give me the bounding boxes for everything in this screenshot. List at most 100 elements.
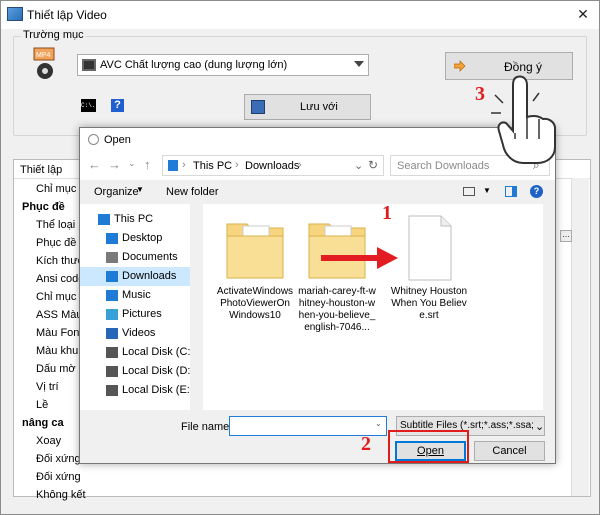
nav-item-label: Local Disk (D:) (122, 365, 195, 377)
nav-item[interactable]: Music (80, 286, 190, 305)
nav-item[interactable]: Downloads (80, 267, 190, 286)
dialog-title-bar: Open (80, 128, 555, 152)
music-icon (106, 290, 118, 301)
profile-value: AVC Chất lượng cao (dung lượng lớn) (100, 59, 288, 71)
file-item[interactable]: ActivateWindows PhotoViewerOn Windows10 (215, 214, 295, 322)
cmd-icon[interactable]: C:\. (81, 99, 96, 112)
ok-label: Đồng ý (504, 60, 543, 74)
path-downloads[interactable]: Downloads (245, 160, 299, 172)
preview-pane-icon[interactable] (505, 186, 517, 197)
settings-row[interactable]: Vị trí (36, 378, 59, 396)
nav-item-label: Videos (122, 327, 156, 339)
open-dialog: Open ← → ⌄ ↑ › This PC › Downloads › ⌄ ↻… (79, 127, 556, 464)
pc-icon (168, 160, 178, 171)
nav-item-label: This PC (114, 213, 154, 225)
dialog-icon (88, 134, 99, 145)
step-3-label: 3 (475, 83, 485, 105)
file-name: Whitney Houston When You Believe.srt (390, 286, 468, 321)
settings-row[interactable]: Lề (36, 396, 48, 414)
group-label: Trường mục (21, 29, 86, 41)
search-input[interactable]: Search Downloads (397, 160, 489, 172)
nav-item-label: Local Disk (E:) (122, 384, 194, 396)
nav-scrollbar[interactable] (190, 204, 202, 410)
downloads-icon (106, 271, 118, 282)
refresh-icon[interactable]: ↻ (368, 158, 378, 172)
file-name: ActivateWindows PhotoViewerOn Windows10 (216, 286, 294, 321)
file-item[interactable]: mariah-carey-ft-whitney-houston-when-you… (297, 214, 377, 334)
svg-text:MP4: MP4 (36, 52, 51, 59)
settings-row[interactable]: nâng ca (22, 414, 64, 432)
ellipsis-button[interactable]: … (560, 230, 572, 242)
history-chevron-icon[interactable]: ⌄ (128, 158, 136, 169)
nav-item[interactable]: Local Disk (E:) (80, 381, 194, 400)
settings-row[interactable]: Phục đề t (36, 234, 82, 252)
file-name: mariah-carey-ft-whitney-houston-when-you… (298, 286, 376, 333)
settings-row[interactable]: Thể loại (36, 216, 75, 234)
bottom-bar: File name: ⌄ Subtitle Files (*.srt;*.ass… (80, 410, 555, 463)
nav-pane: This PC Desktop Documents Downloads Music Pic… (80, 204, 202, 410)
nav-item[interactable]: This PC (80, 210, 190, 229)
close-button[interactable]: ✕ (573, 5, 593, 23)
window-title: Thiết lập Video (27, 8, 107, 22)
step-1-label: 1 (382, 202, 392, 224)
nav-item[interactable]: Videos (80, 324, 190, 343)
settings-row[interactable]: Đối xứng (36, 450, 81, 468)
save-as-label: Lưu với (300, 101, 338, 113)
help-circle-icon[interactable]: ? (530, 185, 543, 198)
settings-row[interactable]: Phục đề (22, 198, 65, 216)
new-folder-button[interactable]: New folder (166, 186, 219, 198)
documents-icon (106, 252, 118, 263)
forward-arrow-icon[interactable]: → (108, 157, 121, 172)
nav-item[interactable]: Pictures (80, 305, 190, 324)
address-bar[interactable]: › This PC › Downloads › ⌄ ↻ (162, 155, 384, 176)
nav-item-label: Downloads (122, 270, 177, 282)
toolbar: Organize ▼ New folder ▼ ? (80, 180, 555, 204)
arrow-right-icon (453, 60, 466, 72)
filename-label: File name: (181, 421, 233, 433)
scrollbar[interactable] (571, 178, 589, 496)
nav-item-label: Local Disk (C:) (122, 346, 195, 358)
desktop-icon (106, 233, 118, 244)
drive-d-icon (106, 366, 118, 377)
file-item[interactable]: Whitney Houston When You Believe.srt (389, 214, 469, 322)
help-icon[interactable]: ? (111, 99, 124, 112)
settings-row[interactable]: Xoay (36, 432, 61, 450)
view-icon[interactable] (463, 187, 475, 196)
back-arrow-icon[interactable]: ← (88, 157, 101, 172)
save-as-button[interactable]: Lưu với (244, 94, 371, 120)
nav-bar: ← → ⌄ ↑ › This PC › Downloads › ⌄ ↻ Sear… (80, 152, 555, 180)
settings-header: Thiết lập (20, 164, 63, 176)
profile-select[interactable]: AVC Chất lượng cao (dung lượng lớn) (77, 54, 369, 76)
organize-chevron-icon[interactable]: ▼ (136, 185, 144, 194)
settings-row[interactable]: Màu khun (36, 342, 84, 360)
files-scrollbar[interactable] (543, 204, 555, 410)
path-sep-1: › (182, 159, 186, 171)
dialog-title: Open (104, 134, 131, 146)
pointing-hand-icon (487, 73, 563, 165)
settings-row[interactable]: Đối xứng (36, 468, 81, 486)
organize-button[interactable]: Organize (94, 186, 139, 198)
chevron-down-icon (354, 61, 364, 67)
pc-icon (98, 214, 110, 225)
settings-row[interactable]: Ansi code (36, 270, 84, 288)
settings-row[interactable]: Kích thướ (36, 252, 85, 270)
folder-icon (226, 223, 284, 279)
filetype-chevron-icon: ⌄ (533, 420, 545, 433)
step-2-label: 2 (361, 433, 371, 455)
nav-item[interactable]: Documents (80, 248, 190, 267)
nav-item[interactable]: Local Disk (C:) (80, 343, 194, 362)
view-chevron-icon[interactable]: ▼ (483, 186, 491, 195)
nav-item[interactable]: Desktop (80, 229, 190, 248)
nav-item[interactable]: Local Disk (D:) (80, 362, 194, 381)
settings-row[interactable]: Không kết (36, 486, 86, 504)
cancel-button[interactable]: Cancel (474, 441, 545, 461)
address-dropdown-icon[interactable]: ⌄ (354, 159, 363, 172)
path-this-pc[interactable]: This PC (193, 160, 232, 172)
settings-row[interactable]: ASS Màu (36, 306, 82, 324)
path-sep-2: › (235, 159, 239, 171)
settings-row[interactable]: Chỉ mục (36, 288, 76, 306)
settings-row[interactable]: Màu Font (36, 324, 82, 342)
filename-chevron-icon[interactable]: ⌄ (375, 419, 382, 428)
title-bar: Thiết lập Video ✕ (1, 1, 599, 29)
up-arrow-icon[interactable]: ↑ (144, 157, 151, 172)
